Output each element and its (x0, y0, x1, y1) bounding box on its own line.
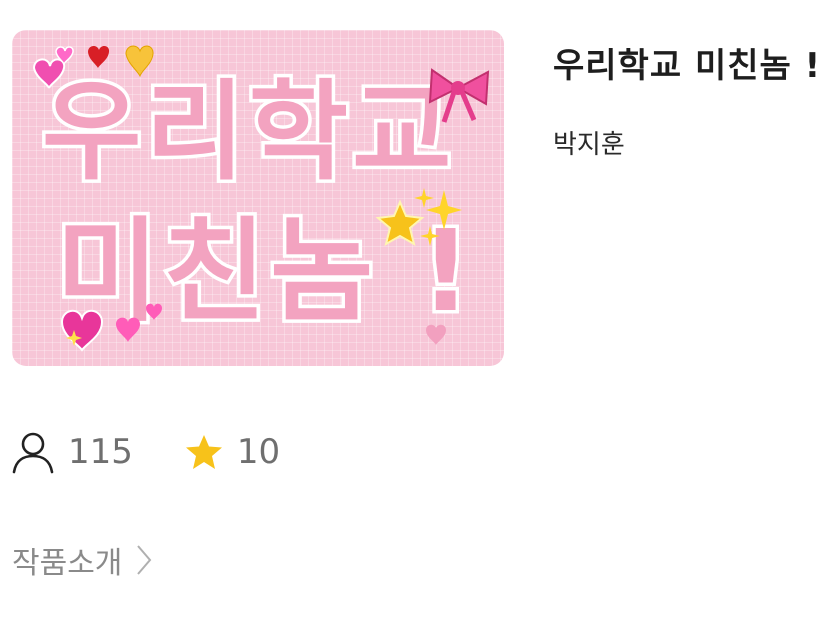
star-icon (185, 435, 222, 469)
views-count: 115 (68, 432, 133, 472)
sparkle-sticker-icon (375, 188, 462, 247)
stats-row: 115 10 (12, 424, 280, 480)
work-intro-label: 작품소개 (12, 546, 123, 581)
bow-sticker-icon (428, 68, 490, 123)
cover-stickers (32, 45, 490, 352)
work-title: 우리학교 미친놈 ! (553, 46, 822, 86)
heart-sticker-icon (60, 303, 162, 352)
small-heart-icon (426, 324, 446, 345)
rating-stat: 10 (185, 432, 280, 472)
person-icon (12, 432, 54, 474)
rating-count: 10 (236, 432, 281, 472)
author-name[interactable]: 박지훈 (553, 124, 625, 161)
work-intro-link[interactable]: 작품소개 (12, 538, 152, 582)
heart-sticker-icon (32, 45, 154, 89)
chevron-right-icon (137, 545, 152, 575)
views-stat: 115 (12, 430, 133, 474)
cover-image[interactable]: 우리학교 미친놈 ! (12, 30, 504, 366)
